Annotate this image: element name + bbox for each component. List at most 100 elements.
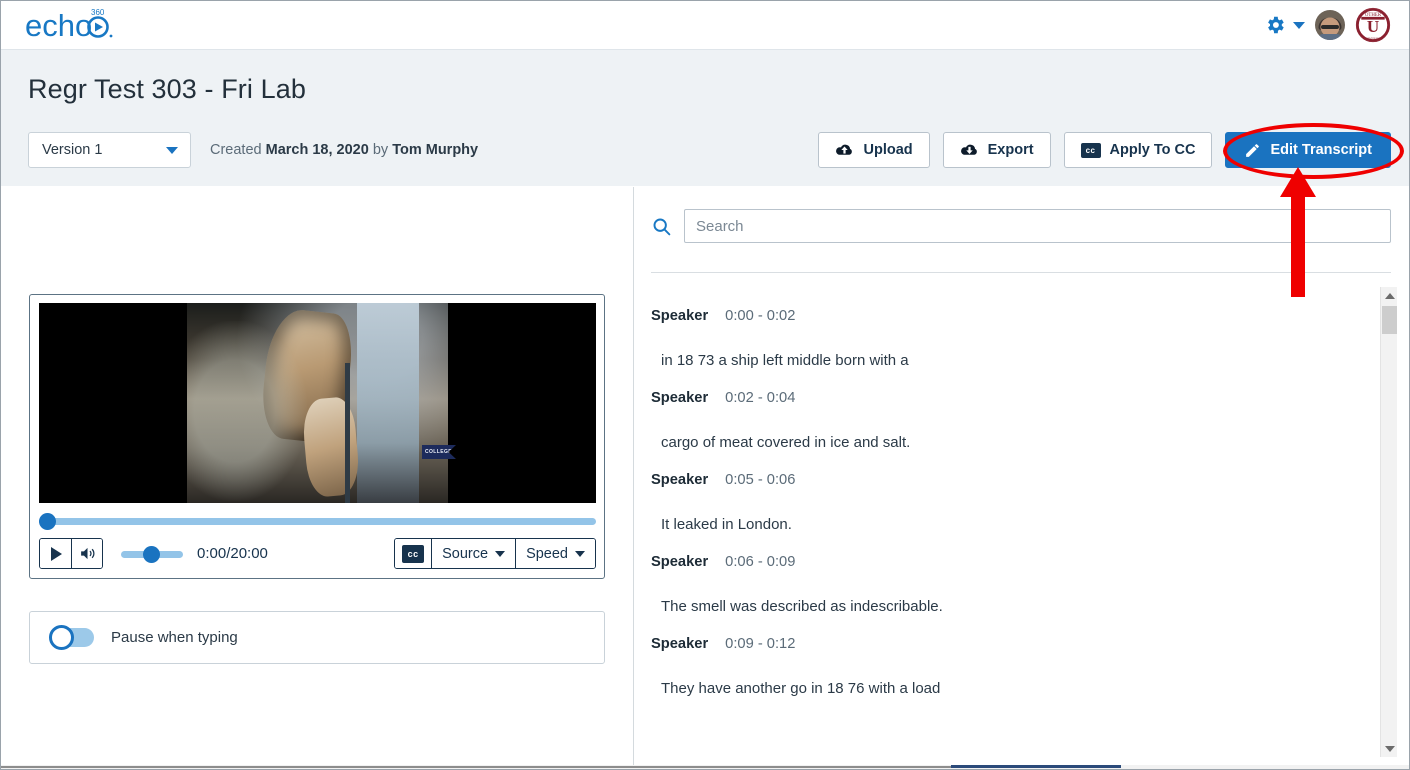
transcript-speaker: Speaker xyxy=(651,472,708,488)
transcript-entry-head: Speaker 0:06 - 0:09 xyxy=(651,554,1369,578)
volume-icon xyxy=(78,545,97,562)
search-input[interactable] xyxy=(684,209,1391,243)
play-icon xyxy=(51,547,62,561)
transcript-entry[interactable]: Speaker 0:06 - 0:09 The smell was descri… xyxy=(651,554,1369,615)
playback-button-group xyxy=(39,538,103,569)
volume-slider[interactable] xyxy=(121,546,183,562)
media-panel: COLLEGE xyxy=(1,187,633,769)
video-background-wall xyxy=(357,303,419,503)
playback-progress-slider[interactable] xyxy=(39,513,596,529)
settings-menu-button[interactable] xyxy=(1264,14,1305,36)
source-dropdown-label: Source xyxy=(442,546,488,562)
transcript-speaker: Speaker xyxy=(651,308,708,324)
search-icon[interactable] xyxy=(651,216,672,237)
export-button[interactable]: Export xyxy=(943,132,1051,168)
video-haze xyxy=(187,321,307,501)
topbar-right-controls: OTHER U UNIVERSITY xyxy=(1264,7,1397,43)
upload-button-label: Upload xyxy=(863,142,912,158)
pause-when-typing-card: Pause when typing xyxy=(29,611,605,664)
apply-to-cc-button-label: Apply To CC xyxy=(1110,142,1196,158)
created-info: Created March 18, 2020 by Tom Murphy xyxy=(210,142,478,158)
chevron-down-icon xyxy=(166,147,178,154)
transcript-list: Speaker 0:00 - 0:02 in 18 73 a ship left… xyxy=(651,287,1369,761)
video-pennant-banner: COLLEGE xyxy=(422,445,456,459)
scrollbar-thumb[interactable] xyxy=(1382,306,1397,334)
cc-toggle-button[interactable]: cc xyxy=(395,539,431,568)
transcript-entry-head: Speaker 0:05 - 0:06 xyxy=(651,472,1369,496)
transcript-text[interactable]: They have another go in 18 76 with a loa… xyxy=(651,680,1369,697)
svg-text:echo: echo xyxy=(25,8,92,42)
transcript-time: 0:09 - 0:12 xyxy=(725,636,795,652)
closed-caption-icon: cc xyxy=(402,545,424,563)
scroll-down-icon xyxy=(1385,746,1395,752)
pause-when-typing-label: Pause when typing xyxy=(111,629,238,646)
volume-knob[interactable] xyxy=(143,546,160,563)
cloud-upload-icon xyxy=(835,142,854,158)
avatar-glasses xyxy=(1321,25,1339,29)
version-select[interactable]: Version 1 xyxy=(28,132,191,168)
version-select-value: Version 1 xyxy=(42,142,102,158)
scroll-down-button[interactable] xyxy=(1381,740,1398,757)
apply-to-cc-button[interactable]: cc Apply To CC xyxy=(1064,132,1213,168)
avatar-shirt xyxy=(1317,34,1343,40)
transcript-entry[interactable]: Speaker 0:09 - 0:12 They have another go… xyxy=(651,636,1369,697)
transcript-speaker: Speaker xyxy=(651,554,708,570)
transcript-entry-head: Speaker 0:02 - 0:04 xyxy=(651,390,1369,414)
progress-knob[interactable] xyxy=(39,513,56,530)
video-frame[interactable]: COLLEGE xyxy=(39,303,596,503)
transcript-entry[interactable]: Speaker 0:02 - 0:04 cargo of meat covere… xyxy=(651,390,1369,451)
scroll-up-icon xyxy=(1385,293,1395,299)
transcript-text[interactable]: The smell was described as indescribable… xyxy=(651,598,1369,615)
horizontal-scrollbar-thumb[interactable] xyxy=(951,765,1121,768)
created-prefix: Created xyxy=(210,142,266,158)
edit-transcript-button[interactable]: Edit Transcript xyxy=(1225,132,1391,168)
transcript-time: 0:06 - 0:09 xyxy=(725,554,795,570)
page-title: Regr Test 303 - Fri Lab xyxy=(28,74,306,105)
header-action-buttons: Upload Export cc Apply To CC Edit Transc… xyxy=(818,132,1391,168)
progress-track xyxy=(39,518,596,525)
avatar[interactable] xyxy=(1315,10,1345,40)
horizontal-scrollbar[interactable] xyxy=(1,765,1409,769)
upload-button[interactable]: Upload xyxy=(818,132,929,168)
pencil-icon xyxy=(1244,142,1261,159)
transcript-time: 0:00 - 0:02 xyxy=(725,308,795,324)
play-button[interactable] xyxy=(40,539,71,568)
volume-button[interactable] xyxy=(71,539,102,568)
transcript-text[interactable]: cargo of meat covered in ice and salt. xyxy=(651,434,1369,451)
created-author: Tom Murphy xyxy=(392,142,478,158)
search-divider xyxy=(651,272,1391,273)
transcript-panel: Speaker 0:00 - 0:02 in 18 73 a ship left… xyxy=(634,187,1409,769)
speed-dropdown-label: Speed xyxy=(526,546,568,562)
video-subject-secondary xyxy=(301,396,361,498)
transcript-speaker: Speaker xyxy=(651,636,708,652)
seal-bottom-text: UNIVERSITY xyxy=(1363,36,1383,40)
created-by-word: by xyxy=(369,142,392,158)
university-seal-logo[interactable]: OTHER U UNIVERSITY xyxy=(1355,7,1391,43)
gear-icon[interactable] xyxy=(1264,14,1286,36)
chevron-down-icon xyxy=(575,551,585,557)
toggle-knob xyxy=(49,625,74,650)
transcript-entry[interactable]: Speaker 0:00 - 0:02 in 18 73 a ship left… xyxy=(651,308,1369,369)
page-header-band: Regr Test 303 - Fri Lab Version 1 Create… xyxy=(1,49,1409,186)
cloud-download-icon xyxy=(960,142,979,158)
player-right-controls: cc Source Speed xyxy=(394,538,596,569)
transcript-entry[interactable]: Speaker 0:05 - 0:06 It leaked in London. xyxy=(651,472,1369,533)
transcript-speaker: Speaker xyxy=(651,390,708,406)
top-navigation-bar: echo 360 xyxy=(1,1,1409,49)
speed-dropdown[interactable]: Speed xyxy=(515,539,595,568)
echo360-logo[interactable]: echo 360 xyxy=(25,8,117,42)
echo360-transcript-page: echo 360 xyxy=(0,0,1410,770)
transcript-scrollbar[interactable] xyxy=(1380,287,1397,757)
pause-when-typing-toggle[interactable] xyxy=(50,628,94,647)
chevron-down-icon[interactable] xyxy=(1293,22,1305,29)
player-options-group: cc Source Speed xyxy=(394,538,596,569)
source-dropdown[interactable]: Source xyxy=(431,539,515,568)
transcript-text[interactable]: It leaked in London. xyxy=(651,516,1369,533)
player-controls: 0:00/20:00 cc Source Speed xyxy=(39,538,596,569)
horizontal-scrollbar-track xyxy=(1,766,951,768)
scroll-up-button[interactable] xyxy=(1381,287,1398,304)
svg-text:360: 360 xyxy=(91,8,105,17)
edit-transcript-button-label: Edit Transcript xyxy=(1270,142,1372,158)
closed-caption-icon: cc xyxy=(1081,143,1101,158)
transcript-text[interactable]: in 18 73 a ship left middle born with a xyxy=(651,352,1369,369)
